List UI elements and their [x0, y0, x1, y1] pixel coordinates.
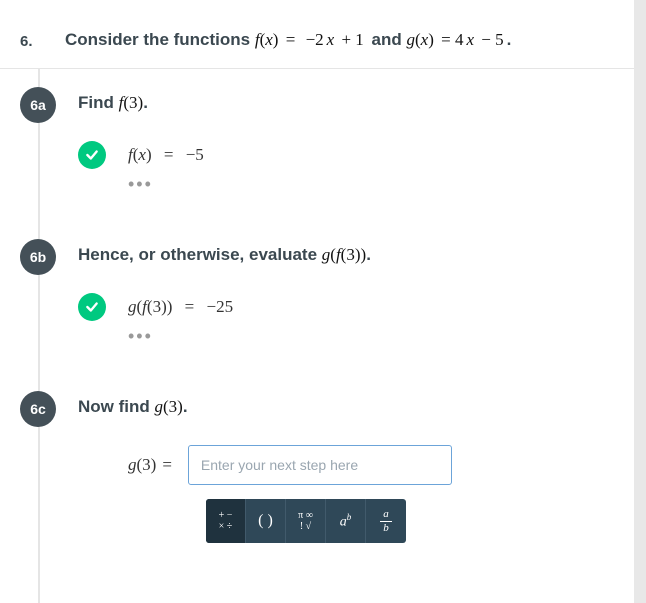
badge-6a[interactable]: 6a: [20, 87, 56, 123]
prompt-6c-before: Now find: [78, 397, 154, 416]
prompt-6c: Now find g(3).: [78, 397, 626, 417]
check-icon: [78, 141, 106, 169]
prompt-joiner: and: [372, 30, 407, 49]
answer-row-6b: g(f(3)) = −25: [78, 293, 626, 321]
answer-6a-rhs: −5: [186, 145, 204, 164]
fraction-icon: a b: [380, 508, 392, 533]
answer-6b-lhs: g(f(3)): [128, 297, 172, 316]
more-icon[interactable]: •••: [128, 175, 626, 221]
function-f: f(x) = −2x + 1: [255, 30, 367, 49]
tool-parentheses[interactable]: ( ): [246, 499, 286, 543]
answer-6b-rhs: −25: [206, 297, 233, 316]
operators-icon: + −× ÷: [219, 510, 233, 532]
tool-fraction[interactable]: a b: [366, 499, 406, 543]
tool-exponent[interactable]: ab: [326, 499, 366, 543]
check-icon: [78, 293, 106, 321]
subpart-6a: 6a Find f(3). f(x) = −5 •••: [0, 69, 646, 221]
step-input[interactable]: [188, 445, 452, 485]
answer-6b: g(f(3)) = −25: [128, 297, 233, 317]
more-icon[interactable]: •••: [128, 327, 626, 373]
prompt-6c-math: g(3): [154, 397, 182, 416]
prompt-6b-math: g(f(3)): [322, 245, 366, 264]
prompt-6b-after: .: [366, 245, 371, 264]
prompt-6c-after: .: [183, 397, 188, 416]
answer-6a-lhs: f(x): [128, 145, 152, 164]
question-text: Consider the functions f(x) = −2x + 1 an…: [65, 30, 511, 50]
tool-radicals[interactable]: π ∞! √: [286, 499, 326, 543]
prompt-6b-before: Hence, or otherwise, evaluate: [78, 245, 322, 264]
subpart-6b: 6b Hence, or otherwise, evaluate g(f(3))…: [0, 221, 646, 373]
question-header: 6. Consider the functions f(x) = −2x + 1…: [0, 0, 646, 69]
math-toolbar: + −× ÷ ( ) π ∞! √ ab a b: [206, 499, 406, 543]
badge-6b[interactable]: 6b: [20, 239, 56, 275]
answer-row-6a: f(x) = −5: [78, 141, 626, 169]
prompt-6a-after: .: [143, 93, 148, 112]
question-number: 6.: [20, 30, 65, 50]
tool-operators[interactable]: + −× ÷: [206, 499, 246, 543]
input-prefix: g(3)=: [128, 455, 178, 475]
prompt-6a: Find f(3).: [78, 93, 626, 113]
radicals-icon: π ∞! √: [298, 510, 313, 532]
prompt-6b: Hence, or otherwise, evaluate g(f(3)).: [78, 245, 626, 265]
prompt-lead: Consider the functions: [65, 30, 255, 49]
exponent-icon: ab: [340, 512, 352, 531]
answer-6a: f(x) = −5: [128, 145, 204, 165]
paren-icon: ( ): [258, 512, 273, 530]
badge-6c[interactable]: 6c: [20, 391, 56, 427]
function-g: g(x) = 4x − 5: [406, 30, 506, 49]
subpart-6c: 6c Now find g(3). g(3)= + −× ÷ ( ): [0, 373, 646, 603]
input-row-6c: g(3)=: [128, 445, 626, 485]
prompt-6a-math: f(3): [119, 93, 144, 112]
prompt-6a-before: Find: [78, 93, 119, 112]
prompt-tail: .: [507, 30, 512, 49]
